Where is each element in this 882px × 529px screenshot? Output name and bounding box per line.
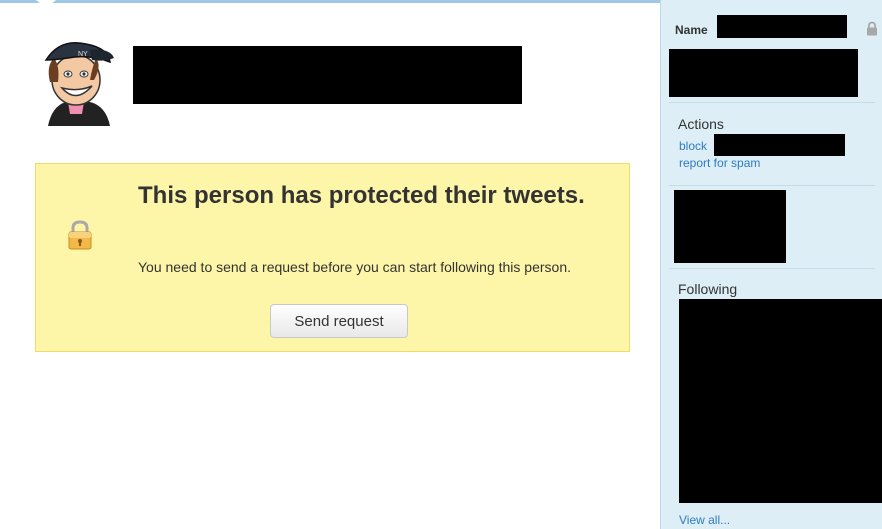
redacted-stats — [674, 190, 786, 263]
name-label: Name — [675, 23, 708, 37]
protected-title: This person has protected their tweets. — [138, 182, 585, 209]
cartoon-avatar-icon: NY — [44, 42, 114, 126]
padlock-icon — [68, 220, 92, 250]
sidebar-divider — [669, 102, 875, 103]
redacted-name-value — [717, 15, 847, 38]
redacted-bio — [669, 49, 858, 97]
redacted-block-target — [714, 134, 845, 156]
actions-heading: Actions — [678, 116, 724, 132]
svg-text:NY: NY — [78, 51, 88, 58]
report-spam-link[interactable]: report for spam — [679, 156, 760, 170]
protected-notice: This person has protected their tweets. … — [35, 163, 630, 352]
profile-avatar[interactable]: NY — [38, 36, 114, 126]
sidebar-divider — [669, 268, 875, 269]
top-accent-notch — [36, 0, 56, 8]
profile-sidebar: Name Actions block report for spam Follo… — [660, 0, 882, 529]
following-heading: Following — [678, 281, 738, 297]
protected-message: You need to send a request before you ca… — [138, 259, 571, 275]
send-request-button[interactable]: Send request — [270, 304, 408, 338]
sidebar-divider — [669, 185, 875, 186]
block-link[interactable]: block — [679, 139, 707, 153]
view-all-link[interactable]: View all... — [679, 513, 730, 527]
small-lock-icon — [866, 21, 878, 36]
redacted-following-grid — [679, 299, 882, 503]
redacted-profile-name — [133, 46, 522, 104]
top-accent-line — [0, 0, 660, 3]
